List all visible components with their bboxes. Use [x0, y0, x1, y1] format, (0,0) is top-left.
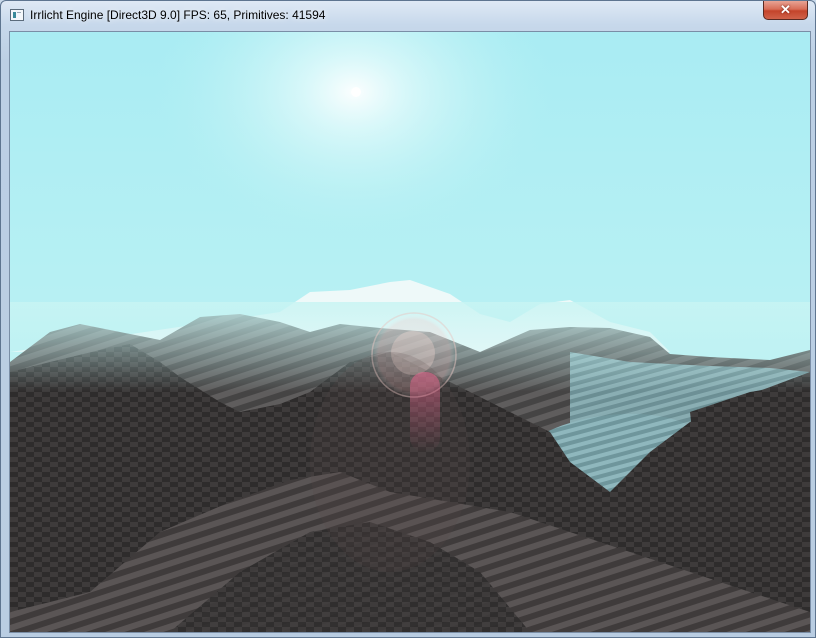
title-bar[interactable]: Irrlicht Engine [Direct3D 9.0] FPS: 65, … [1, 1, 815, 30]
application-window: Irrlicht Engine [Direct3D 9.0] FPS: 65, … [0, 0, 816, 638]
sun [351, 87, 361, 97]
app-icon[interactable] [10, 9, 24, 21]
window-title: Irrlicht Engine [Direct3D 9.0] FPS: 65, … [30, 8, 326, 22]
terrain-scene [10, 32, 810, 632]
close-button[interactable]: ✕ [763, 1, 808, 20]
close-icon: ✕ [780, 2, 791, 17]
render-viewport[interactable] [9, 31, 811, 633]
